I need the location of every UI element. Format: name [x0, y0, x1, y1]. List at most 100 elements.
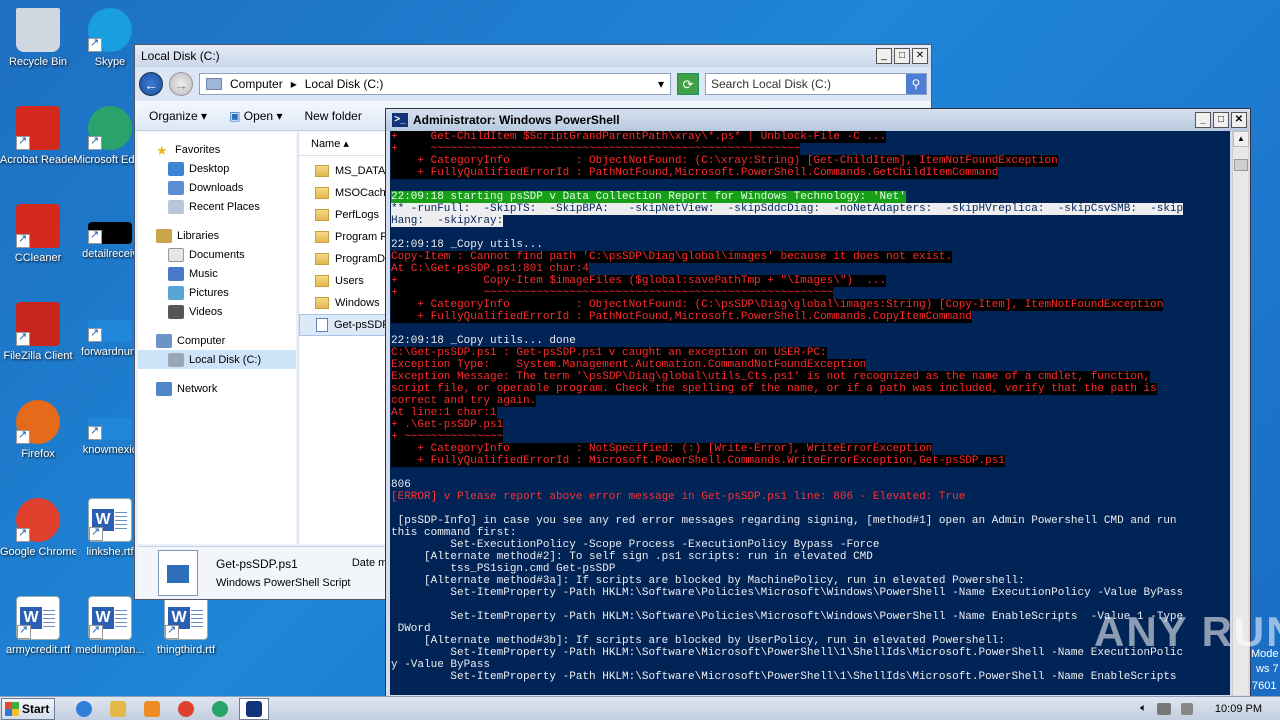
folder-icon	[315, 253, 329, 265]
desktop-icon-item[interactable]: CCleaner	[0, 204, 76, 265]
desktop-icon-item[interactable]: Recycle Bin	[0, 8, 76, 69]
new-folder-button[interactable]: New folder	[304, 109, 361, 123]
desktop-icon	[168, 161, 184, 176]
nav-videos[interactable]: Videos	[138, 302, 296, 321]
nav-computer[interactable]: Computer	[138, 331, 296, 350]
word-doc-icon	[88, 498, 132, 542]
taskbar-button[interactable]	[171, 698, 201, 720]
nav-desktop[interactable]: Desktop	[138, 159, 296, 178]
breadcrumb-computer[interactable]: Computer	[230, 77, 283, 91]
close-button[interactable]: ✕	[1231, 112, 1247, 128]
desktop-icon-label: thingthird.rtf	[156, 644, 216, 656]
network-tray-icon[interactable]	[1156, 702, 1171, 715]
minimize-button[interactable]: _	[1195, 112, 1211, 128]
maximize-button[interactable]: □	[894, 48, 910, 64]
console-line: + CategoryInfo : NotSpecified: (:) [Writ…	[391, 443, 933, 455]
desktop-icon-label: mediumplan...	[75, 644, 145, 656]
win-edge-text-3: 7601	[1252, 680, 1277, 692]
maximize-button[interactable]: □	[1213, 112, 1229, 128]
file-name: MSOCache	[335, 187, 392, 199]
file-name: Users	[335, 275, 364, 287]
nav-documents[interactable]: Documents	[138, 245, 296, 264]
taskbar-button[interactable]	[137, 698, 167, 720]
powershell-titlebar[interactable]: >_ Administrator: Windows PowerShell _ □…	[386, 109, 1250, 131]
desktop-icon-item[interactable]: Google Chrome	[0, 498, 76, 559]
breadcrumb-local-disk[interactable]: Local Disk (C:)	[305, 77, 384, 91]
address-bar[interactable]: Computer ▸ Local Disk (C:) ▾	[199, 73, 671, 95]
taskbar: Start 🔈︎ 10:09 PM	[0, 696, 1280, 720]
taskbar-button[interactable]	[205, 698, 235, 720]
open-button[interactable]: ▣ Open ▾	[229, 109, 282, 123]
blank-file-icon	[88, 320, 132, 342]
console-line: 806	[391, 479, 411, 491]
desktop-icon-label: FileZilla Client	[3, 350, 73, 362]
nav-favorites[interactable]: ★ Favorites	[138, 140, 296, 159]
blank-file-icon	[88, 418, 132, 440]
action-center-flag-icon[interactable]	[1180, 702, 1193, 715]
recycle-bin-icon	[16, 8, 60, 52]
shortcut-arrow-icon	[89, 623, 103, 639]
minimize-button[interactable]: _	[876, 48, 892, 64]
console-line: this command first:	[391, 527, 517, 539]
search-input[interactable]: Search Local Disk (C:) ⚲	[705, 73, 927, 95]
nav-network[interactable]: Network	[138, 379, 296, 398]
folder-icon	[315, 297, 329, 309]
nav-recent-places[interactable]: Recent Places	[138, 197, 296, 216]
file-name: Windows	[335, 297, 380, 309]
console-line: correct and try again.	[391, 395, 537, 407]
acrobat-icon	[16, 106, 60, 150]
refresh-button[interactable]: ⟳	[677, 73, 699, 95]
console-line: + ~~~~~~~~~~~~~~~	[391, 431, 504, 443]
ccleaner-icon	[16, 204, 60, 248]
shortcut-arrow-icon	[16, 330, 30, 346]
desktop-icon-item[interactable]: armycredit.rtf	[0, 596, 76, 657]
console-line: + ~~~~~~~~~~~~~~~~~~~~~~~~~~~~~~~~~~~~~~…	[391, 143, 801, 155]
scroll-up-icon[interactable]: ▲	[1233, 131, 1249, 147]
folder-icon	[315, 275, 329, 287]
scroll-thumb[interactable]	[1234, 159, 1248, 171]
nav-music[interactable]: Music	[138, 264, 296, 283]
libraries-icon	[156, 228, 172, 243]
desktop-icon-item[interactable]: mediumplan...	[72, 596, 148, 657]
desktop-icon-item[interactable]: thingthird.rtf	[148, 596, 224, 657]
organize-button[interactable]: Organize ▾	[149, 109, 207, 123]
desktop-icon-item[interactable]: Firefox	[0, 400, 76, 461]
taskbar-button[interactable]	[69, 698, 99, 720]
speaker-icon[interactable]: 🔈︎	[1140, 702, 1147, 715]
desktop-icon-item[interactable]: FileZilla Client	[0, 302, 76, 363]
word-doc-icon	[88, 596, 132, 640]
chevron-down-icon[interactable]: ▾	[658, 77, 664, 91]
back-button[interactable]: ←	[139, 72, 163, 96]
shortcut-arrow-icon	[16, 232, 30, 248]
console-line: + CategoryInfo : ObjectNotFound: (C:\xra…	[391, 155, 1058, 167]
folder-icon	[315, 231, 329, 243]
taskbar-button[interactable]	[103, 698, 133, 720]
desktop-icon-item[interactable]: Acrobat Reader DC	[0, 106, 76, 167]
console-line: [ERROR] v Please report above error mess…	[391, 491, 966, 503]
desktop-icon-label: Recycle Bin	[8, 56, 68, 68]
shortcut-arrow-icon	[88, 326, 102, 342]
clock[interactable]: 10:09 PM	[1215, 703, 1262, 715]
nav-libraries[interactable]: Libraries	[138, 226, 296, 245]
chevron-right-icon: ▸	[290, 77, 297, 91]
nav-pictures[interactable]: Pictures	[138, 283, 296, 302]
search-icon[interactable]: ⚲	[906, 74, 926, 94]
desktop-icon-label: Acrobat Reader DC	[0, 154, 76, 166]
nav-downloads[interactable]: Downloads	[138, 178, 296, 197]
nav-local-disk[interactable]: Local Disk (C:)	[138, 350, 296, 369]
powershell-icon	[246, 700, 262, 717]
console-line: [Alternate method#3a]: If scripts are bl…	[391, 575, 1025, 587]
console-line: script file, or operable program. Check …	[391, 383, 1157, 395]
details-file-type: Windows PowerShell Script	[216, 576, 351, 589]
taskbar-button[interactable]	[239, 697, 269, 720]
close-button[interactable]: ✕	[912, 48, 928, 64]
shortcut-arrow-icon	[88, 424, 102, 440]
console-line: 22:09:18 starting psSDP v Data Collectio…	[391, 191, 906, 203]
start-button[interactable]: Start	[1, 697, 55, 720]
shortcut-arrow-icon	[88, 36, 102, 52]
explorer-titlebar[interactable]: Local Disk (C:) _ □ ✕	[135, 45, 931, 67]
forward-button[interactable]: →	[169, 72, 193, 96]
file-name: ProgramDa	[335, 253, 392, 265]
